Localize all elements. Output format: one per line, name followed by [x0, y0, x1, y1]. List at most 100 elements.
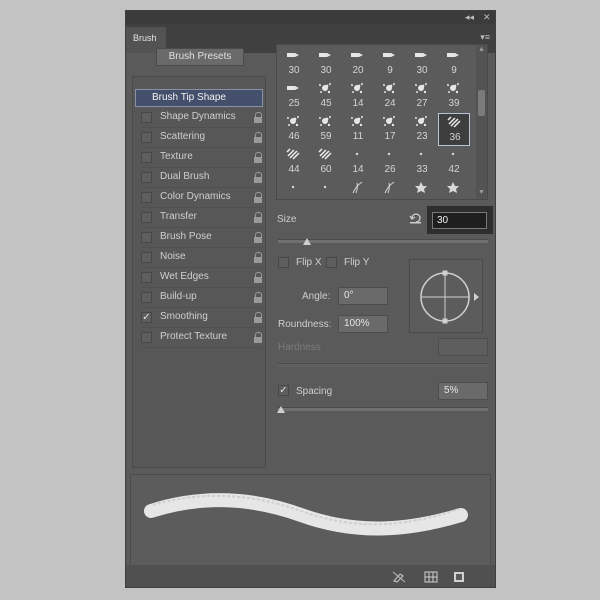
brush-toggle-icon[interactable]: [392, 571, 406, 583]
option-divider: [141, 347, 263, 348]
lock-icon[interactable]: [253, 112, 263, 123]
option-texture[interactable]: Texture: [135, 149, 263, 168]
brush-tip-splatter[interactable]: 46: [278, 113, 310, 146]
option-checkbox[interactable]: [141, 232, 152, 243]
option-transfer[interactable]: Transfer: [135, 209, 263, 228]
lock-icon[interactable]: [253, 312, 263, 323]
option-checkbox[interactable]: ✓: [141, 312, 152, 323]
flip-x-label: Flip X: [296, 257, 322, 268]
brush-tip-leaf[interactable]: [406, 179, 438, 199]
scroll-down-icon[interactable]: ▼: [478, 189, 485, 196]
option-divider: [141, 267, 263, 268]
option-brush-pose[interactable]: Brush Pose: [135, 229, 263, 248]
option-protect-texture[interactable]: Protect Texture: [135, 329, 263, 348]
spacing-slider[interactable]: [278, 407, 488, 411]
brush-tip-flat[interactable]: 9: [374, 47, 406, 80]
tip-grid-scrollbar[interactable]: ▲ ▼: [476, 45, 487, 199]
size-slider-knob[interactable]: [303, 238, 311, 245]
option-checkbox[interactable]: [141, 272, 152, 283]
option-checkbox[interactable]: [141, 252, 152, 263]
option-checkbox[interactable]: [141, 332, 152, 343]
brush-tip-grass[interactable]: [342, 179, 374, 199]
brush-tip-flat[interactable]: 9: [438, 47, 470, 80]
option-checkbox[interactable]: [141, 292, 152, 303]
brush-tip-splatter[interactable]: 11: [342, 113, 374, 146]
option-color-dynamics[interactable]: Color Dynamics: [135, 189, 263, 208]
panel-menu-icon[interactable]: ▾≡: [480, 32, 490, 43]
spacing-slider-knob[interactable]: [277, 406, 285, 413]
brush-tip-dot[interactable]: 33: [406, 146, 438, 179]
lock-icon[interactable]: [253, 132, 263, 143]
lock-icon[interactable]: [253, 252, 263, 263]
size-input[interactable]: 30: [432, 212, 487, 229]
brush-tip-splatter[interactable]: 27: [406, 80, 438, 113]
lock-icon[interactable]: [253, 232, 263, 243]
brush-tip-size: 26: [384, 164, 396, 175]
flip-y-checkbox[interactable]: [326, 257, 337, 268]
brush-tip-hatch[interactable]: 60: [310, 146, 342, 179]
brush-tip-dot[interactable]: 14: [342, 146, 374, 179]
brush-tip-dot[interactable]: [278, 179, 310, 199]
close-icon[interactable]: ✕: [483, 11, 491, 24]
lock-icon[interactable]: [253, 192, 263, 203]
option-wet-edges[interactable]: Wet Edges: [135, 269, 263, 288]
brush-tip-size: 20: [352, 65, 364, 76]
brush-tip-splatter[interactable]: 14: [342, 80, 374, 113]
panel-footer: [126, 565, 495, 587]
option-brush-tip-shape[interactable]: Brush Tip Shape: [135, 89, 263, 107]
option-scattering[interactable]: Scattering: [135, 129, 263, 148]
flip-x-checkbox[interactable]: [278, 257, 289, 268]
brush-tip-hatch[interactable]: 36: [438, 113, 470, 146]
scroll-up-icon[interactable]: ▲: [478, 46, 485, 53]
roundness-input[interactable]: 100%: [338, 315, 388, 333]
brush-tip-dot[interactable]: 26: [374, 146, 406, 179]
brush-tip-dot[interactable]: 42: [438, 146, 470, 179]
brush-tip-hatch[interactable]: 44: [278, 146, 310, 179]
brush-tip-flat[interactable]: 30: [406, 47, 438, 80]
splatter-tip-icon: [287, 116, 299, 127]
brush-tip-leaf[interactable]: [438, 179, 470, 199]
brush-tip-flat[interactable]: 25: [278, 80, 310, 113]
option-checkbox[interactable]: [141, 112, 152, 123]
brush-presets-button[interactable]: Brush Presets: [156, 48, 244, 66]
option-checkbox[interactable]: [141, 212, 152, 223]
spacing-input[interactable]: 5%: [438, 382, 488, 400]
brush-tip-grass[interactable]: [374, 179, 406, 199]
reset-icon[interactable]: [409, 212, 423, 224]
lock-icon[interactable]: [253, 332, 263, 343]
brush-tip-splatter[interactable]: 39: [438, 80, 470, 113]
option-checkbox[interactable]: [141, 172, 152, 183]
brush-tip-splatter[interactable]: 24: [374, 80, 406, 113]
lock-icon[interactable]: [253, 212, 263, 223]
brush-tip-splatter[interactable]: 45: [310, 80, 342, 113]
option-checkbox[interactable]: [141, 192, 152, 203]
grid-icon[interactable]: [424, 571, 438, 583]
brush-tip-dot[interactable]: [310, 179, 342, 199]
option-noise[interactable]: Noise: [135, 249, 263, 268]
angle-roundness-widget[interactable]: [409, 259, 483, 333]
lock-icon[interactable]: [253, 152, 263, 163]
brush-tip-splatter[interactable]: 59: [310, 113, 342, 146]
lock-icon[interactable]: [253, 292, 263, 303]
scrollbar-thumb[interactable]: [478, 90, 485, 116]
angle-input[interactable]: 0°: [338, 287, 388, 305]
brush-tip-splatter[interactable]: 23: [406, 113, 438, 146]
splatter-tip-icon: [319, 116, 331, 127]
option-label: Brush Pose: [160, 231, 212, 242]
brush-tip-flat[interactable]: 30: [278, 47, 310, 80]
angle-crosshair-icon[interactable]: [410, 260, 482, 332]
option-checkbox[interactable]: [141, 152, 152, 163]
collapse-icon[interactable]: ◂◂: [465, 11, 474, 24]
option-smoothing[interactable]: ✓ Smoothing: [135, 309, 263, 328]
brush-tip-flat[interactable]: 20: [342, 47, 374, 80]
option-dual-brush[interactable]: Dual Brush: [135, 169, 263, 188]
new-preset-icon[interactable]: [452, 571, 466, 583]
brush-tip-flat[interactable]: 30: [310, 47, 342, 80]
lock-icon[interactable]: [253, 272, 263, 283]
spacing-checkbox[interactable]: ✓: [278, 385, 289, 396]
lock-icon[interactable]: [253, 172, 263, 183]
brush-tip-splatter[interactable]: 17: [374, 113, 406, 146]
option-checkbox[interactable]: [141, 132, 152, 143]
option-shape-dynamics[interactable]: Shape Dynamics: [135, 109, 263, 128]
option-build-up[interactable]: Build-up: [135, 289, 263, 308]
